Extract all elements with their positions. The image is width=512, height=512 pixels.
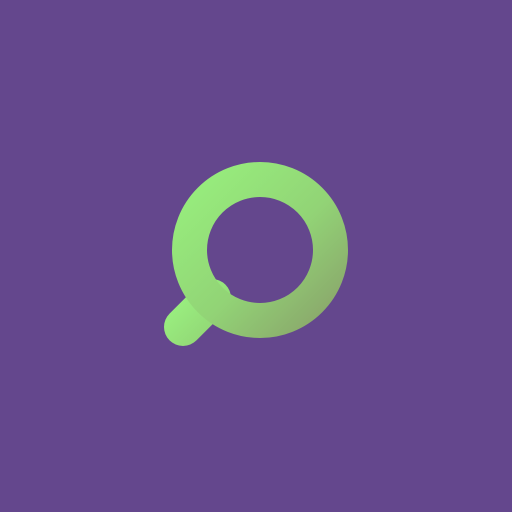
search-icon-lens [172, 162, 348, 338]
search-icon [0, 0, 512, 512]
app-icon-canvas [0, 0, 512, 512]
